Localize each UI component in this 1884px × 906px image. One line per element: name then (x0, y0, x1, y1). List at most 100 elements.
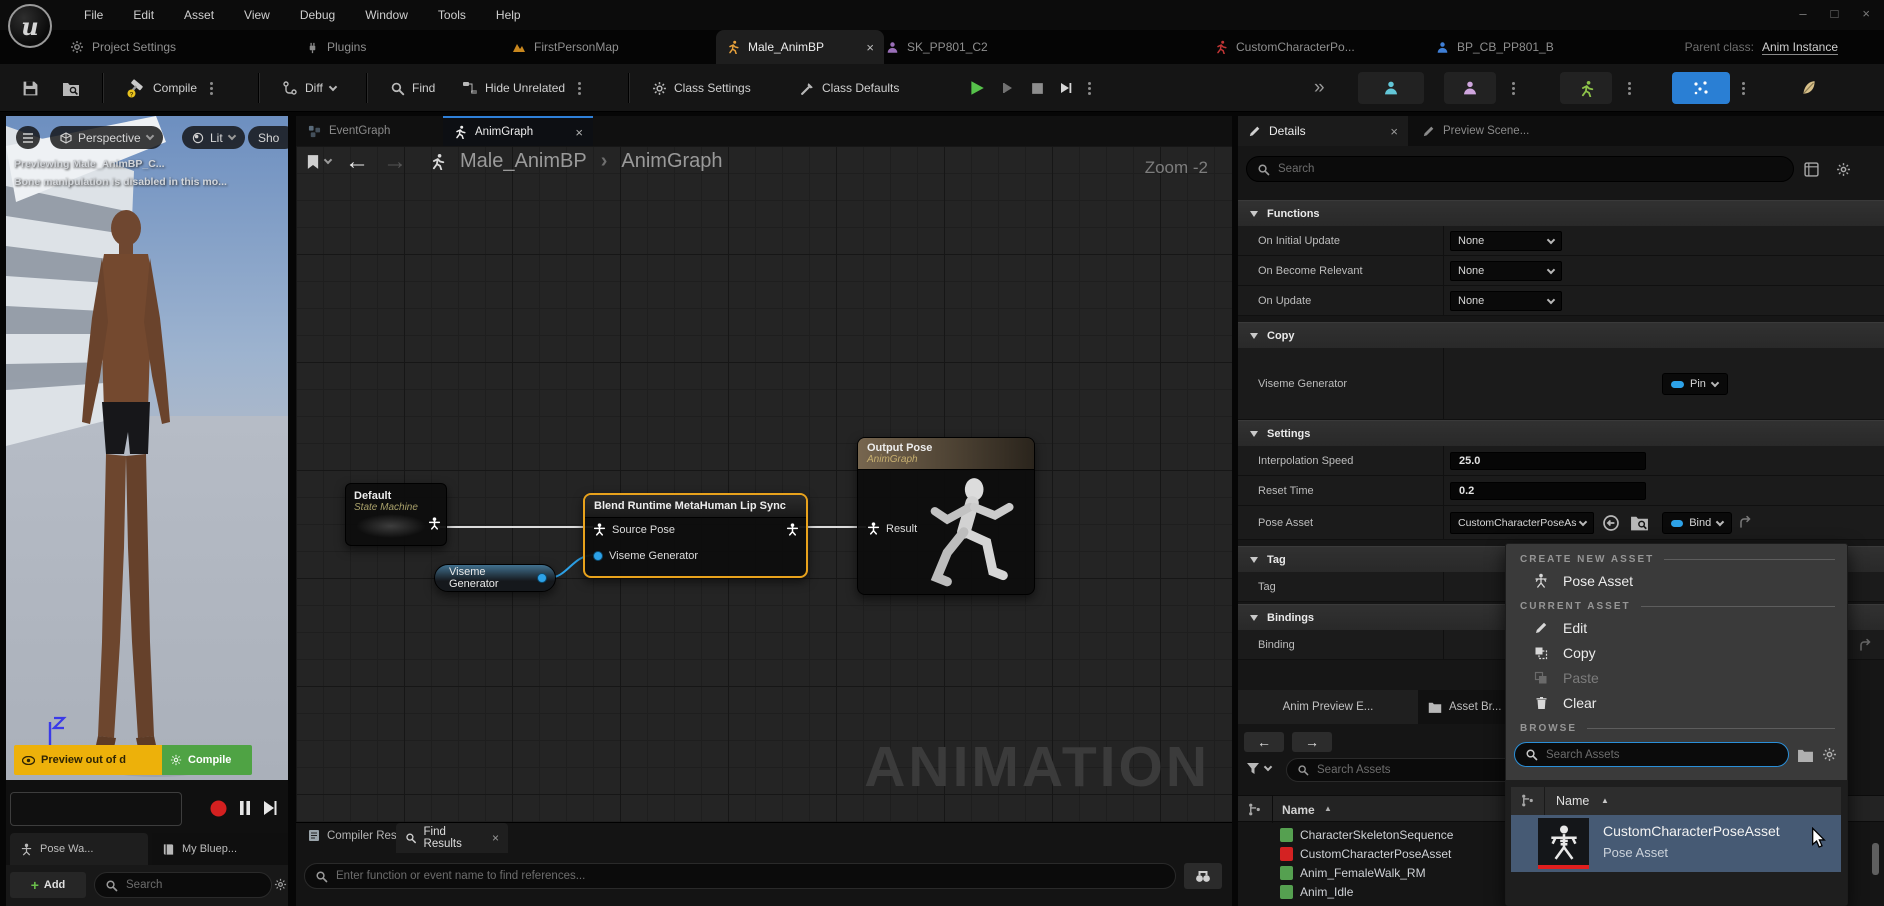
preview-instance-button[interactable] (1358, 72, 1424, 104)
details-settings-icon[interactable] (1836, 162, 1851, 177)
pose-pin-out-icon[interactable] (786, 523, 799, 536)
viseme-pin-select[interactable]: Pin (1662, 373, 1728, 395)
browse-content-button[interactable] (62, 64, 80, 112)
compile-options-icon[interactable] (210, 87, 213, 90)
menu-help[interactable]: Help (496, 8, 521, 22)
pin-viseme-generator[interactable]: Viseme Generator (593, 550, 698, 562)
on-update-select[interactable]: None (1450, 291, 1562, 311)
editor-mode-button[interactable] (1800, 64, 1818, 112)
tab-animgraph[interactable]: AnimGraph × (443, 116, 593, 146)
tab-bp-cb-pp801-b[interactable]: BP_CB_PP801_B (1426, 30, 1564, 64)
close-button[interactable]: × (1862, 6, 1870, 21)
record-button[interactable] (209, 799, 228, 821)
history-forward-button[interactable]: → (1292, 732, 1332, 752)
stop-button[interactable] (1030, 64, 1045, 112)
object-pin-out-icon[interactable] (537, 573, 547, 583)
tab-my-blueprint[interactable]: My Bluep... (152, 833, 288, 865)
node-blend-lipsync[interactable]: Blend Runtime MetaHuman Lip Sync Source … (583, 493, 808, 578)
timeline-scrubber[interactable] (10, 792, 182, 826)
advance-button[interactable] (1058, 64, 1074, 112)
preview-out-of-date-button[interactable]: Preview out of d (14, 745, 162, 775)
tab-plugins[interactable]: Plugins (296, 30, 376, 64)
play-options-icon[interactable] (1088, 64, 1091, 112)
compile-button[interactable]: ? Compile (126, 64, 213, 112)
menu-item-clear[interactable]: Clear (1506, 690, 1847, 715)
add-button[interactable]: + Add (10, 872, 86, 898)
menu-window[interactable]: Window (365, 8, 408, 22)
find-in-blueprints-button[interactable] (1184, 863, 1222, 889)
history-back-button[interactable]: ← (1244, 732, 1284, 752)
find-references-input[interactable] (334, 869, 1165, 883)
pose-watch-manager-button[interactable] (1672, 72, 1730, 104)
on-become-relevant-select[interactable]: None (1450, 261, 1562, 281)
toolbar-overflow-button[interactable]: » (1314, 64, 1325, 112)
menu-tools[interactable]: Tools (438, 8, 466, 22)
menu-edit[interactable]: Edit (133, 8, 154, 22)
view-options-gear-icon[interactable] (1822, 747, 1837, 762)
menu-asset-result-row[interactable]: CustomCharacterPoseAsset Pose Asset (1511, 815, 1841, 872)
interpolation-speed-input[interactable]: 25.0 (1450, 452, 1646, 470)
minimize-button[interactable]: – (1799, 6, 1806, 21)
reset-to-default-icon[interactable] (1858, 638, 1872, 652)
preview-animation-options-icon[interactable] (1628, 64, 1631, 112)
pin-source-pose[interactable]: Source Pose (593, 523, 675, 536)
hide-unrelated-options-icon[interactable] (578, 87, 581, 90)
menu-file[interactable]: File (84, 8, 103, 22)
menu-item-paste[interactable]: Paste (1506, 665, 1847, 690)
tab-anim-preview-editor[interactable]: Anim Preview E... (1238, 690, 1418, 724)
save-button[interactable] (22, 64, 39, 112)
step-forward-button[interactable] (262, 800, 278, 819)
node-output-pose[interactable]: Output Pose AnimGraph Result (857, 437, 1035, 595)
tab-eventgraph[interactable]: EventGraph (298, 116, 400, 146)
menu-item-edit[interactable]: Edit (1506, 615, 1847, 640)
details-scrollbar[interactable] (1872, 843, 1879, 875)
menu-list-header[interactable]: Name ▲ (1511, 787, 1841, 815)
reset-time-input[interactable]: 0.2 (1450, 482, 1646, 500)
menu-asset-search[interactable] (1514, 742, 1789, 767)
viewport-perspective-button[interactable]: Perspective (50, 126, 163, 149)
viewport-lit-button[interactable]: Lit (182, 126, 245, 149)
tab-customcharacter[interactable]: CustomCharacterPo... (1204, 30, 1365, 64)
tab-firstpersonmap[interactable]: FirstPersonMap (502, 30, 629, 64)
filter-button[interactable] (1246, 762, 1271, 775)
preview-mesh-options-icon[interactable] (1512, 64, 1515, 112)
asset-browser-search[interactable] (1286, 758, 1530, 782)
hide-unrelated-button[interactable]: Hide Unrelated (462, 64, 581, 112)
on-initial-update-select[interactable]: None (1450, 231, 1562, 251)
details-search-input[interactable] (1276, 162, 1783, 176)
play-button[interactable] (968, 64, 986, 112)
tab-details[interactable]: Details × (1238, 116, 1408, 146)
settings-gear-icon[interactable] (274, 878, 287, 891)
menu-debug[interactable]: Debug (300, 8, 335, 22)
menu-asset-search-input[interactable] (1544, 748, 1778, 762)
browse-to-asset-icon[interactable] (1630, 514, 1649, 531)
asset-browser-search-input[interactable] (1315, 763, 1519, 777)
viewport-menu-button[interactable] (16, 126, 40, 149)
tab-project-settings[interactable]: Project Settings (60, 30, 186, 64)
viewport-compile-button[interactable]: Compile (162, 745, 252, 775)
maximize-button[interactable]: □ (1831, 6, 1839, 21)
pose-watch-options-icon[interactable] (1742, 64, 1745, 112)
pin-result[interactable]: Result (867, 522, 917, 535)
my-blueprint-search[interactable] (94, 872, 272, 898)
find-references-search[interactable] (304, 863, 1176, 889)
close-tab-icon[interactable]: × (492, 831, 499, 845)
pose-pin-out-icon[interactable] (428, 517, 441, 530)
tab-pose-watch[interactable]: Pose Wa... (10, 833, 148, 865)
section-functions[interactable]: Functions (1238, 200, 1884, 226)
node-state-machine[interactable]: Default State Machine (345, 483, 447, 546)
menu-item-copy[interactable]: Copy (1506, 640, 1847, 665)
tab-find-results[interactable]: Find Results × (396, 823, 508, 853)
folder-icon[interactable] (1797, 748, 1814, 762)
menu-view[interactable]: View (244, 8, 270, 22)
node-viseme-variable[interactable]: Viseme Generator (434, 564, 556, 592)
close-tab-icon[interactable]: × (1390, 124, 1398, 139)
viewport-show-button[interactable]: Sho (248, 126, 288, 149)
details-search[interactable] (1246, 156, 1794, 182)
tab-preview-scene[interactable]: Preview Scene... (1412, 116, 1577, 146)
preview-mesh-button[interactable] (1444, 72, 1496, 104)
pose-asset-select[interactable]: CustomCharacterPoseAs (1450, 512, 1594, 534)
parent-class-link[interactable]: Anim Instance (1762, 40, 1838, 55)
preview-viewport[interactable]: Perspective Lit Sho Previewing Male_Anim… (6, 116, 288, 906)
graph-canvas[interactable]: ← → Male_AnimBP › AnimGraph Zoom -2 ANIM… (296, 146, 1232, 822)
